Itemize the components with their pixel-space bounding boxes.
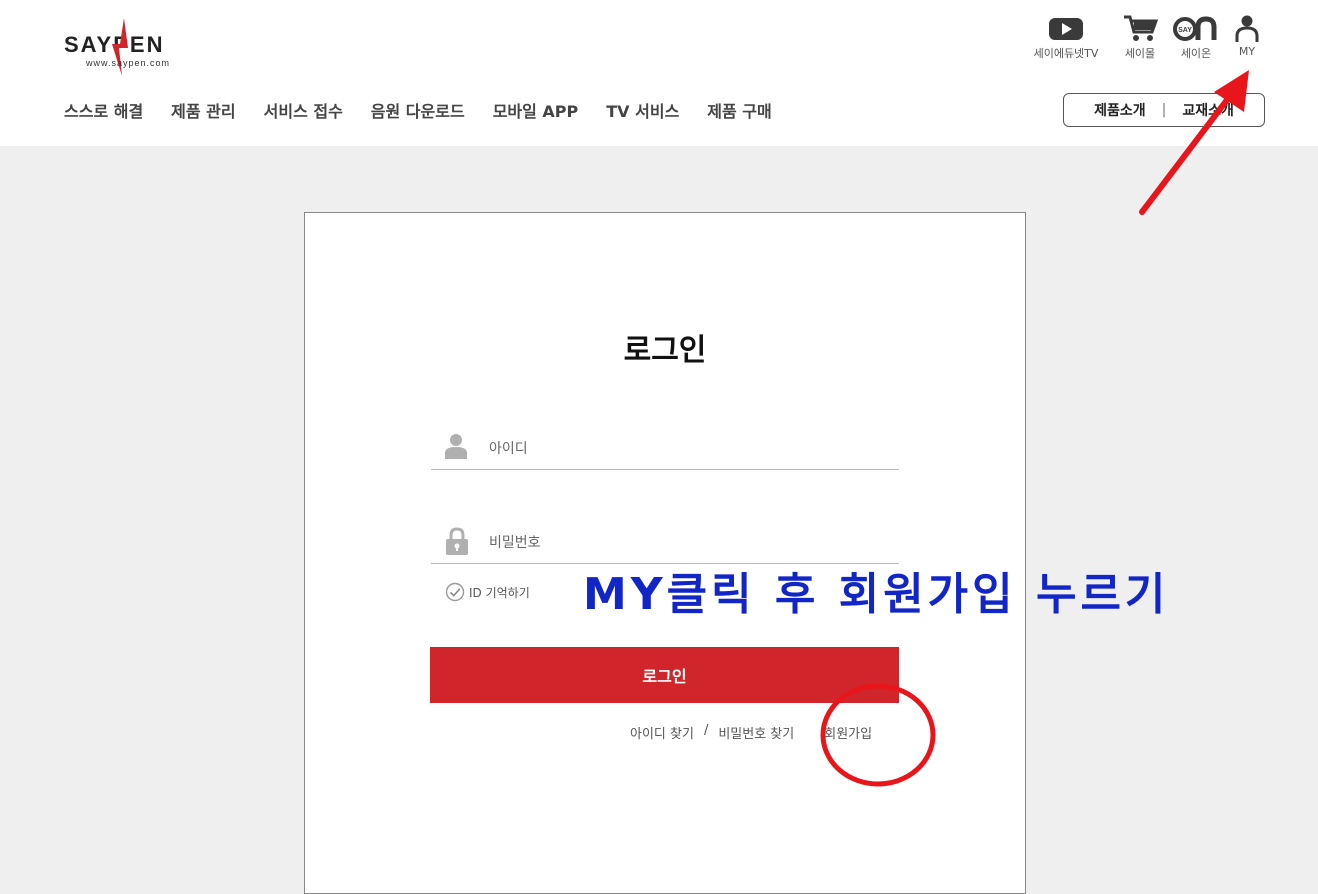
remember-id-label: ID 기억하기 <box>469 585 530 600</box>
util-label: 세이몰 <box>1124 47 1156 60</box>
say-on-logo-icon: SAY <box>1173 16 1217 41</box>
logo-url: www.saypen.com <box>86 58 171 68</box>
youtube-play-icon <box>1049 18 1083 40</box>
annotation-instruction: MY클릭 후 회원가입 누르기 <box>583 569 1170 620</box>
util-label: MY <box>1238 45 1256 58</box>
nav-item-product-purchase[interactable]: 제품 구매 <box>707 100 771 124</box>
util-my[interactable]: MY <box>1230 14 1264 70</box>
user-icon <box>1235 15 1259 42</box>
nav-item-mobile-app[interactable]: 모바일 APP <box>493 100 579 124</box>
textbook-intro-link[interactable]: 교재소개 <box>1182 100 1234 120</box>
remember-id-option[interactable]: ID 기억하기 <box>445 582 530 602</box>
id-field-group <box>431 425 899 470</box>
nav-item-product-management[interactable]: 제품 관리 <box>171 100 235 124</box>
intro-separator: | <box>1161 102 1167 118</box>
nav-item-self-solve[interactable]: 스스로 해결 <box>64 100 143 124</box>
login-button[interactable]: 로그인 <box>430 647 899 703</box>
signup-link[interactable]: 회원가입 <box>824 723 872 742</box>
main-nav: 스스로 해결 제품 관리 서비스 접수 음원 다운로드 모바일 APP TV 서… <box>64 100 800 124</box>
intro-links-box: 제품소개 | 교재소개 <box>1063 93 1265 127</box>
account-links: 아이디 찾기 / 비밀번호 찾기 회원가입 <box>630 723 872 742</box>
page-title: 로그인 <box>623 333 707 368</box>
util-sayon[interactable]: SAY 세이온 <box>1172 14 1220 70</box>
find-id-link[interactable]: 아이디 찾기 <box>630 723 694 742</box>
nav-item-tv-service[interactable]: TV 서비스 <box>606 100 679 124</box>
util-label: 세이온 <box>1180 47 1212 60</box>
product-intro-link[interactable]: 제품소개 <box>1094 100 1146 120</box>
util-sayedunet-tv[interactable]: 세이에듀넷TV <box>1027 14 1105 70</box>
lock-icon <box>446 527 468 555</box>
check-circle-icon[interactable] <box>445 582 465 602</box>
user-icon <box>445 434 467 459</box>
nav-item-service-request[interactable]: 서비스 접수 <box>264 100 343 124</box>
util-label: 세이에듀넷TV <box>1033 47 1099 60</box>
saypen-logo[interactable]: SAYPEN www.saypen.com <box>64 18 194 76</box>
shopping-cart-icon <box>1124 15 1158 41</box>
svg-text:SAY: SAY <box>1178 27 1192 34</box>
util-saymall[interactable]: 세이몰 <box>1120 14 1160 70</box>
nav-item-audio-download[interactable]: 음원 다운로드 <box>371 100 465 124</box>
password-input[interactable] <box>487 529 881 557</box>
site-header: SAYPEN www.saypen.com 스스로 해결 제품 관리 서비스 접… <box>0 0 1318 146</box>
login-card: 로그인 ID 기억하기 로그인 아이디 찾기 / 비밀번호 찾기 회원가입 <box>304 212 1026 894</box>
id-input[interactable] <box>487 435 881 463</box>
find-password-link[interactable]: 비밀번호 찾기 <box>718 723 794 742</box>
links-separator: / <box>703 723 709 738</box>
